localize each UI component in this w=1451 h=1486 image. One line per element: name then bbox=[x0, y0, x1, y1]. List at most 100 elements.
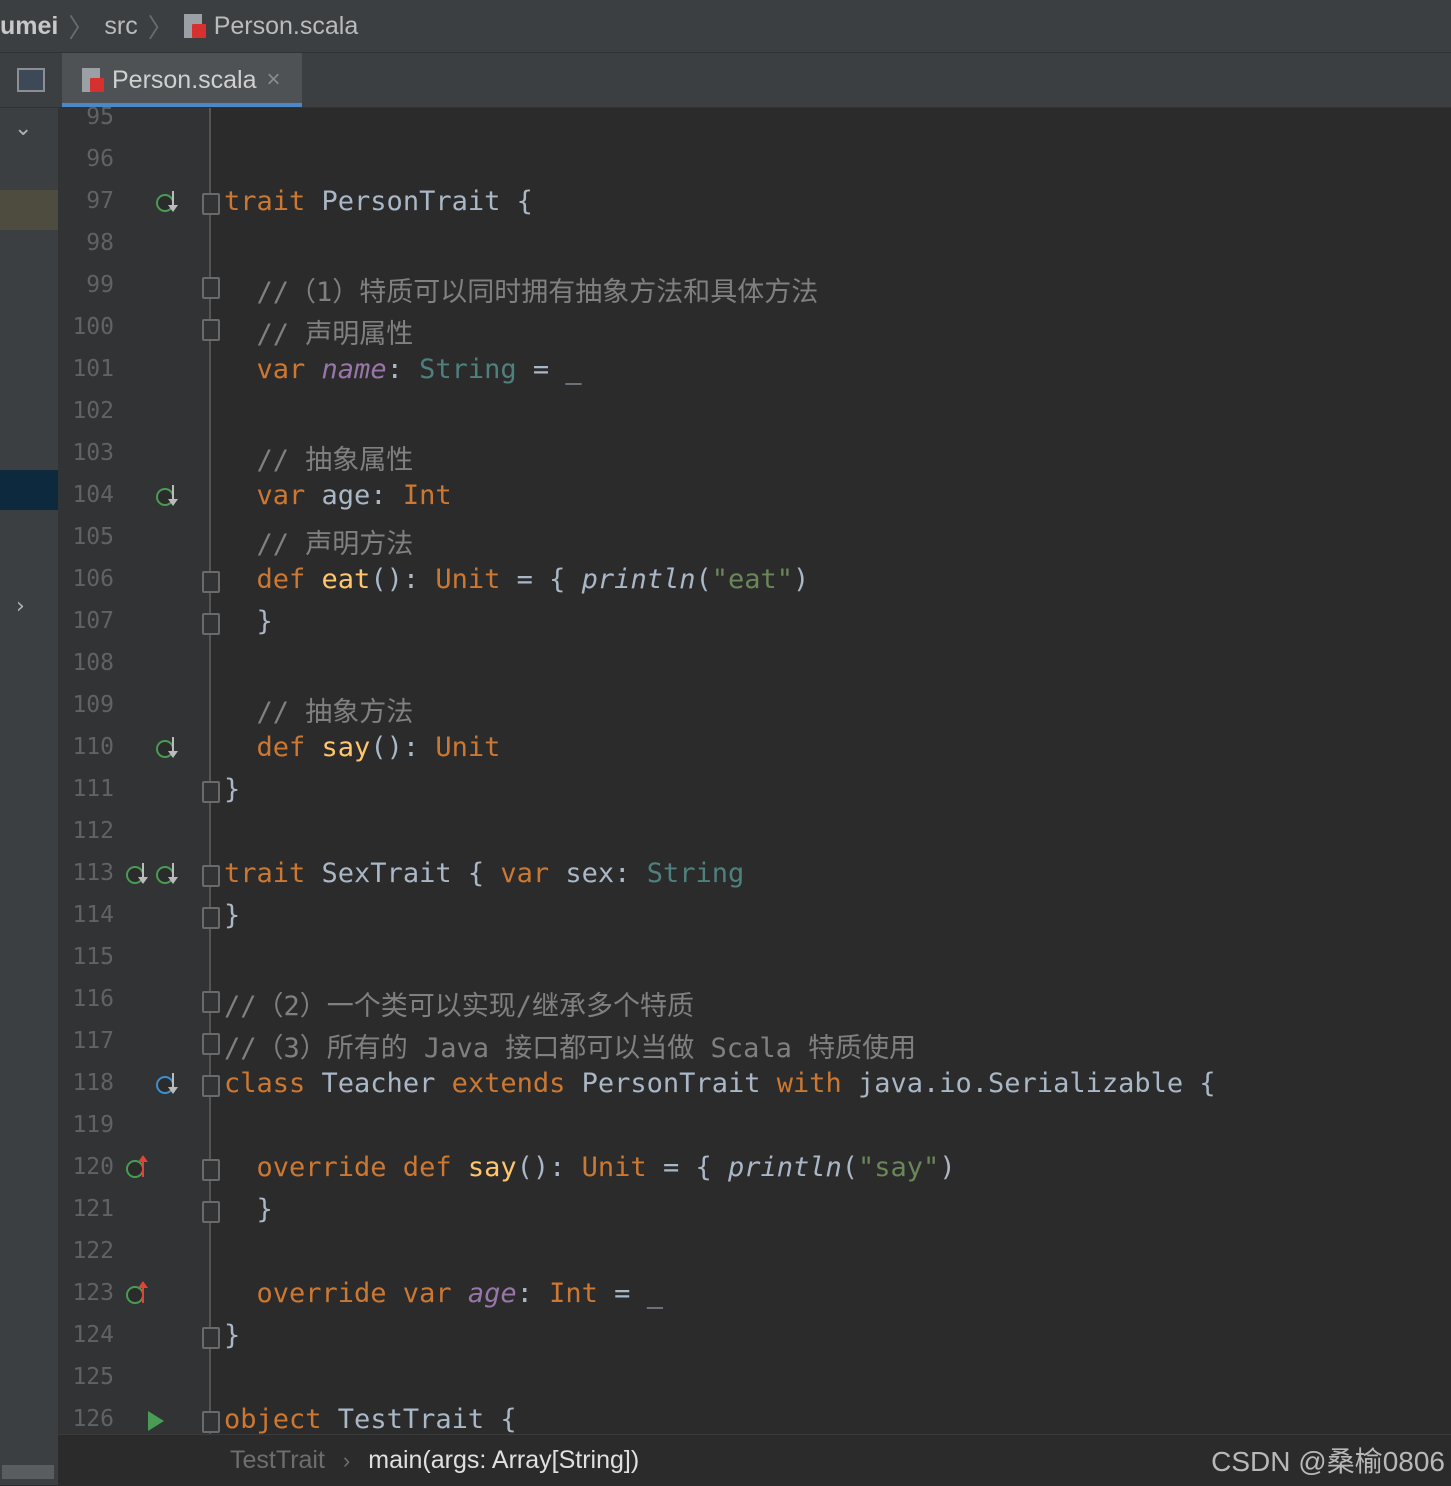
line-number: 117 bbox=[72, 1028, 114, 1054]
comment-text: // 声明方法 bbox=[224, 529, 414, 560]
code-line: 111 } bbox=[0, 770, 1451, 812]
line-number: 126 bbox=[72, 1406, 114, 1432]
implemented-down-icon[interactable] bbox=[156, 191, 180, 215]
code-line: 125 bbox=[0, 1358, 1451, 1400]
breadcrumb-folder[interactable]: src bbox=[100, 12, 141, 41]
code-text: } bbox=[224, 1320, 241, 1351]
fold-marker-icon[interactable] bbox=[202, 319, 220, 341]
comment-text: // 抽象属性 bbox=[224, 445, 414, 476]
code-text: override def say(): Unit = { println("sa… bbox=[224, 1152, 956, 1183]
fold-marker-icon[interactable] bbox=[202, 571, 220, 593]
line-number: 116 bbox=[72, 986, 114, 1012]
implemented-down-icon[interactable] bbox=[156, 737, 180, 761]
line-number: 101 bbox=[72, 356, 114, 382]
line-number: 114 bbox=[72, 902, 114, 928]
line-number: 95 bbox=[86, 104, 114, 130]
breadcrumb-chevron-icon: 〉 bbox=[147, 12, 174, 43]
code-line: 121 } bbox=[0, 1190, 1451, 1232]
line-number: 99 bbox=[86, 272, 114, 298]
code-line: 110 def say(): Unit bbox=[0, 728, 1451, 770]
line-number: 125 bbox=[72, 1364, 114, 1390]
fold-marker-icon[interactable] bbox=[202, 865, 220, 887]
breadcrumb-method[interactable]: main(args: Array[String]) bbox=[368, 1446, 639, 1475]
line-number: 119 bbox=[72, 1112, 114, 1138]
line-number: 123 bbox=[72, 1280, 114, 1306]
code-line: 122 bbox=[0, 1232, 1451, 1274]
line-number: 113 bbox=[72, 860, 114, 886]
code-text: trait PersonTrait { bbox=[224, 186, 533, 217]
code-line: 96 bbox=[0, 140, 1451, 182]
code-line: 100 // 声明属性 bbox=[0, 308, 1451, 350]
line-number: 120 bbox=[72, 1154, 114, 1180]
fold-marker-icon[interactable] bbox=[202, 1033, 220, 1055]
line-number: 100 bbox=[72, 314, 114, 340]
code-text: } bbox=[224, 900, 241, 931]
code-line: 105 // 声明方法 bbox=[0, 518, 1451, 560]
fold-marker-icon[interactable] bbox=[202, 1327, 220, 1349]
fold-marker-icon[interactable] bbox=[202, 277, 220, 299]
code-editor[interactable]: 95 96 97 trait PersonTrait { 98 99 //（1）… bbox=[0, 98, 1451, 1434]
code-line: 106 def eat(): Unit = { println("eat") bbox=[0, 560, 1451, 602]
breadcrumb-object[interactable]: TestTrait bbox=[230, 1446, 325, 1475]
breadcrumb-project[interactable]: umei bbox=[0, 12, 62, 41]
code-text: } bbox=[224, 774, 241, 805]
run-icon[interactable] bbox=[148, 1411, 164, 1431]
scala-file-icon bbox=[82, 66, 104, 94]
line-number: 97 bbox=[86, 188, 114, 214]
code-line: 120 override def say(): Unit = { println… bbox=[0, 1148, 1451, 1190]
code-line: 124 } bbox=[0, 1316, 1451, 1358]
fold-marker-icon[interactable] bbox=[202, 907, 220, 929]
close-icon[interactable]: × bbox=[267, 66, 281, 94]
code-text: class Teacher extends PersonTrait with j… bbox=[224, 1068, 1216, 1099]
comment-text: //（2）一个类可以实现/继承多个特质 bbox=[224, 991, 695, 1022]
comment-text: //（3）所有的 Java 接口都可以当做 Scala 特质使用 bbox=[224, 1033, 917, 1064]
code-line: 114 } bbox=[0, 896, 1451, 938]
navigation-bar: umei 〉 src 〉 Person.scala bbox=[0, 0, 1451, 53]
code-text: trait SexTrait { var sex: String bbox=[224, 858, 745, 889]
implemented-down-icon[interactable] bbox=[126, 863, 150, 887]
line-number: 98 bbox=[86, 230, 114, 256]
code-line: 112 bbox=[0, 812, 1451, 854]
code-text: def eat(): Unit = { println("eat") bbox=[224, 564, 810, 595]
code-line: 118 class Teacher extends PersonTrait wi… bbox=[0, 1064, 1451, 1106]
fold-marker-icon[interactable] bbox=[202, 1075, 220, 1097]
panel-icon bbox=[17, 68, 45, 92]
line-number: 112 bbox=[72, 818, 114, 844]
line-number: 121 bbox=[72, 1196, 114, 1222]
code-text: var age: Int bbox=[224, 480, 452, 511]
code-line: 116 //（2）一个类可以实现/继承多个特质 bbox=[0, 980, 1451, 1022]
comment-text: //（1）特质可以同时拥有抽象方法和具体方法 bbox=[224, 277, 819, 308]
fold-marker-icon[interactable] bbox=[202, 781, 220, 803]
line-number: 102 bbox=[72, 398, 114, 424]
overriding-up-icon[interactable] bbox=[126, 1281, 150, 1307]
fold-marker-icon[interactable] bbox=[202, 1411, 220, 1433]
line-number: 122 bbox=[72, 1238, 114, 1264]
code-line: 126 object TestTrait { bbox=[0, 1400, 1451, 1434]
code-line: 97 trait PersonTrait { bbox=[0, 182, 1451, 224]
fold-marker-icon[interactable] bbox=[202, 193, 220, 215]
scala-file-icon bbox=[183, 12, 206, 40]
code-line: 98 bbox=[0, 224, 1451, 266]
breadcrumb-file[interactable]: Person.scala bbox=[214, 12, 363, 41]
horizontal-scrollbar[interactable] bbox=[2, 1465, 54, 1479]
line-number: 107 bbox=[72, 608, 114, 634]
code-line: 99 //（1）特质可以同时拥有抽象方法和具体方法 bbox=[0, 266, 1451, 308]
code-text: } bbox=[224, 1194, 273, 1225]
fold-marker-icon[interactable] bbox=[202, 991, 220, 1013]
line-number: 96 bbox=[86, 146, 114, 172]
code-text: var name: String = _ bbox=[224, 354, 582, 385]
class-implemented-icon[interactable] bbox=[156, 1073, 180, 1097]
overriding-up-icon[interactable] bbox=[126, 1155, 150, 1181]
code-text: def say(): Unit bbox=[224, 732, 501, 763]
comment-text: // 声明属性 bbox=[224, 319, 414, 350]
code-line: 113 trait SexTrait { var sex: String bbox=[0, 854, 1451, 896]
implemented-down-icon[interactable] bbox=[156, 863, 180, 887]
fold-marker-icon[interactable] bbox=[202, 1159, 220, 1181]
fold-marker-icon[interactable] bbox=[202, 1201, 220, 1223]
fold-marker-icon[interactable] bbox=[202, 613, 220, 635]
line-number: 110 bbox=[72, 734, 114, 760]
code-line: 119 bbox=[0, 1106, 1451, 1148]
code-text: override var age: Int = _ bbox=[224, 1278, 663, 1309]
implemented-down-icon[interactable] bbox=[156, 485, 180, 509]
line-number: 108 bbox=[72, 650, 114, 676]
